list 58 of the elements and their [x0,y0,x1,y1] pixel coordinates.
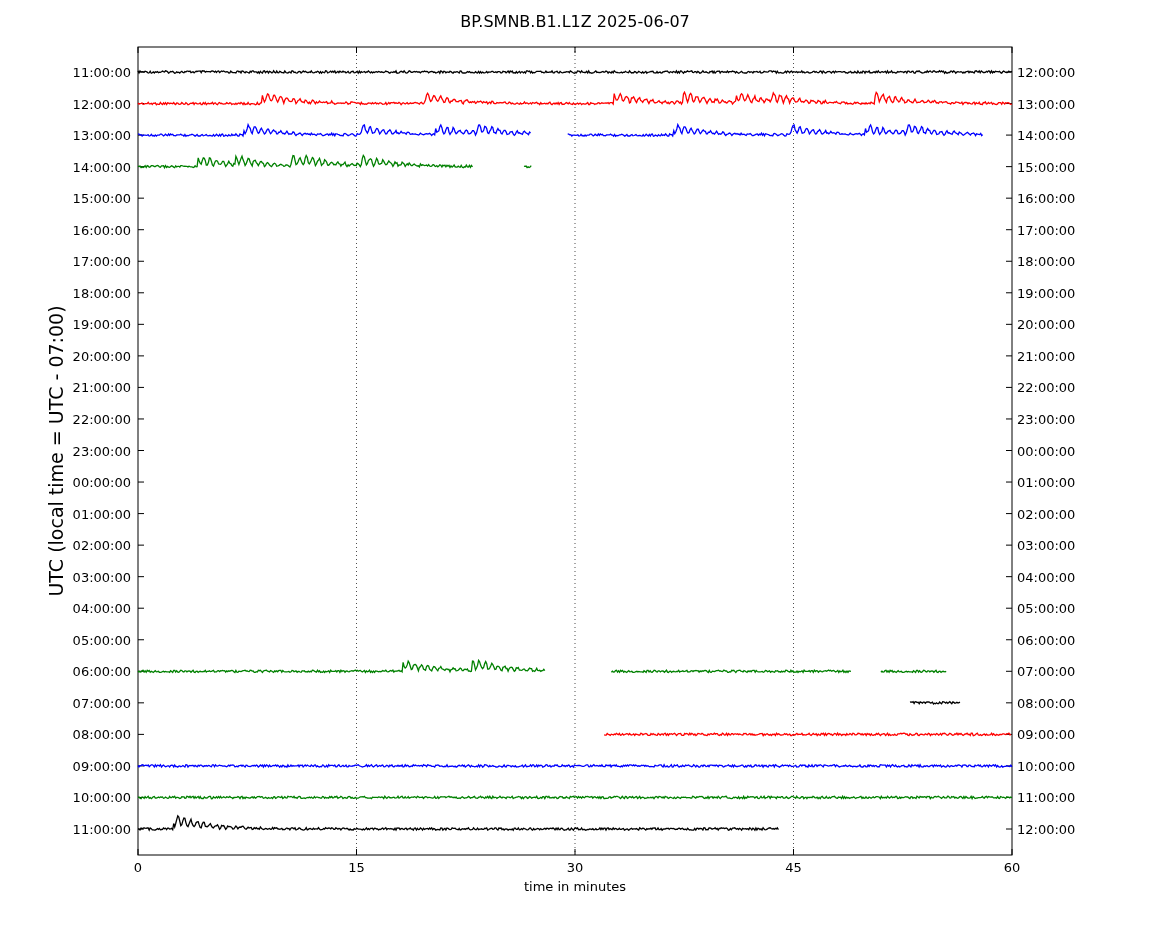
y-tick-label: 21:00:00 [72,380,131,396]
y-tick-label: 19:00:00 [72,317,131,333]
y-tick-label: 20:00:00 [72,348,131,364]
y-tick-label: 15:00:00 [72,191,131,207]
y-tick-label: 11:00:00 [1017,790,1076,806]
y-tick-label: 12:00:00 [1017,822,1076,837]
y-tick-label: 09:00:00 [1017,727,1076,743]
y-tick-label: 16:00:00 [1017,191,1076,207]
y-tick-label: 14:00:00 [1017,128,1076,144]
y-tick-label: 00:00:00 [72,475,131,491]
y-tick-label: 00:00:00 [1017,443,1076,459]
y-tick-label: 23:00:00 [1017,411,1076,427]
y-tick-label: 06:00:00 [72,664,131,680]
y-tick-label: 17:00:00 [1017,222,1076,238]
y-tick-label: 22:00:00 [72,411,131,427]
y-tick-label: 03:00:00 [72,569,131,585]
y-tick-label: 21:00:00 [1017,348,1076,364]
x-tick-label: 30 [566,860,584,875]
x-tick-label: 0 [133,860,143,875]
y-tick-label: 10:00:00 [72,790,131,806]
y-tick-label: 13:00:00 [72,128,131,144]
y-tick-label: 12:00:00 [1017,65,1076,80]
y-tick-label: 15:00:00 [1017,159,1076,175]
y-tick-label: 01:00:00 [72,506,131,522]
y-tick-label: 18:00:00 [72,285,131,301]
y-tick-label: 13:00:00 [1017,96,1076,112]
y-tick-label: 08:00:00 [72,727,131,743]
y-tick-label: 16:00:00 [72,222,131,238]
x-tick-label: 60 [1003,860,1021,875]
y-tick-label: 09:00:00 [72,758,131,774]
y-tick-label: 01:00:00 [1017,475,1076,491]
x-tick-label: 45 [785,860,802,875]
x-tick-label: 15 [348,860,365,875]
y-tick-label: 05:00:00 [1017,601,1076,617]
y-tick-label: 22:00:00 [1017,380,1076,396]
y-tick-label: 12:00:00 [72,96,131,112]
y-tick-label: 11:00:00 [72,822,131,837]
y-tick-label: 08:00:00 [1017,695,1076,711]
y-tick-label: 14:00:00 [72,159,131,175]
y-tick-label: 19:00:00 [1017,285,1076,301]
y-tick-label: 02:00:00 [1017,506,1076,522]
y-tick-label: 18:00:00 [1017,254,1076,270]
y-tick-label: 17:00:00 [72,254,131,270]
x-axis-label: time in minutes [523,879,627,894]
y-tick-label: 06:00:00 [1017,632,1076,648]
y-tick-label: 04:00:00 [72,601,131,617]
y-tick-label: 11:00:00 [72,65,131,80]
y-tick-label: 20:00:00 [1017,317,1076,333]
y-tick-label: 10:00:00 [1017,758,1076,774]
y-tick-label: 04:00:00 [1017,569,1076,585]
y-tick-label: 03:00:00 [1017,538,1076,554]
plot-title: BP.SMNB.B1.L1Z 2025-06-07 [460,12,690,31]
y-axis-label: UTC (local time = UTC - 07:00) [45,305,67,597]
y-tick-label: 23:00:00 [72,443,131,459]
y-tick-label: 07:00:00 [1017,664,1076,680]
y-tick-label: 05:00:00 [72,632,131,648]
y-tick-label: 02:00:00 [72,538,131,554]
y-tick-label: 07:00:00 [72,695,131,711]
